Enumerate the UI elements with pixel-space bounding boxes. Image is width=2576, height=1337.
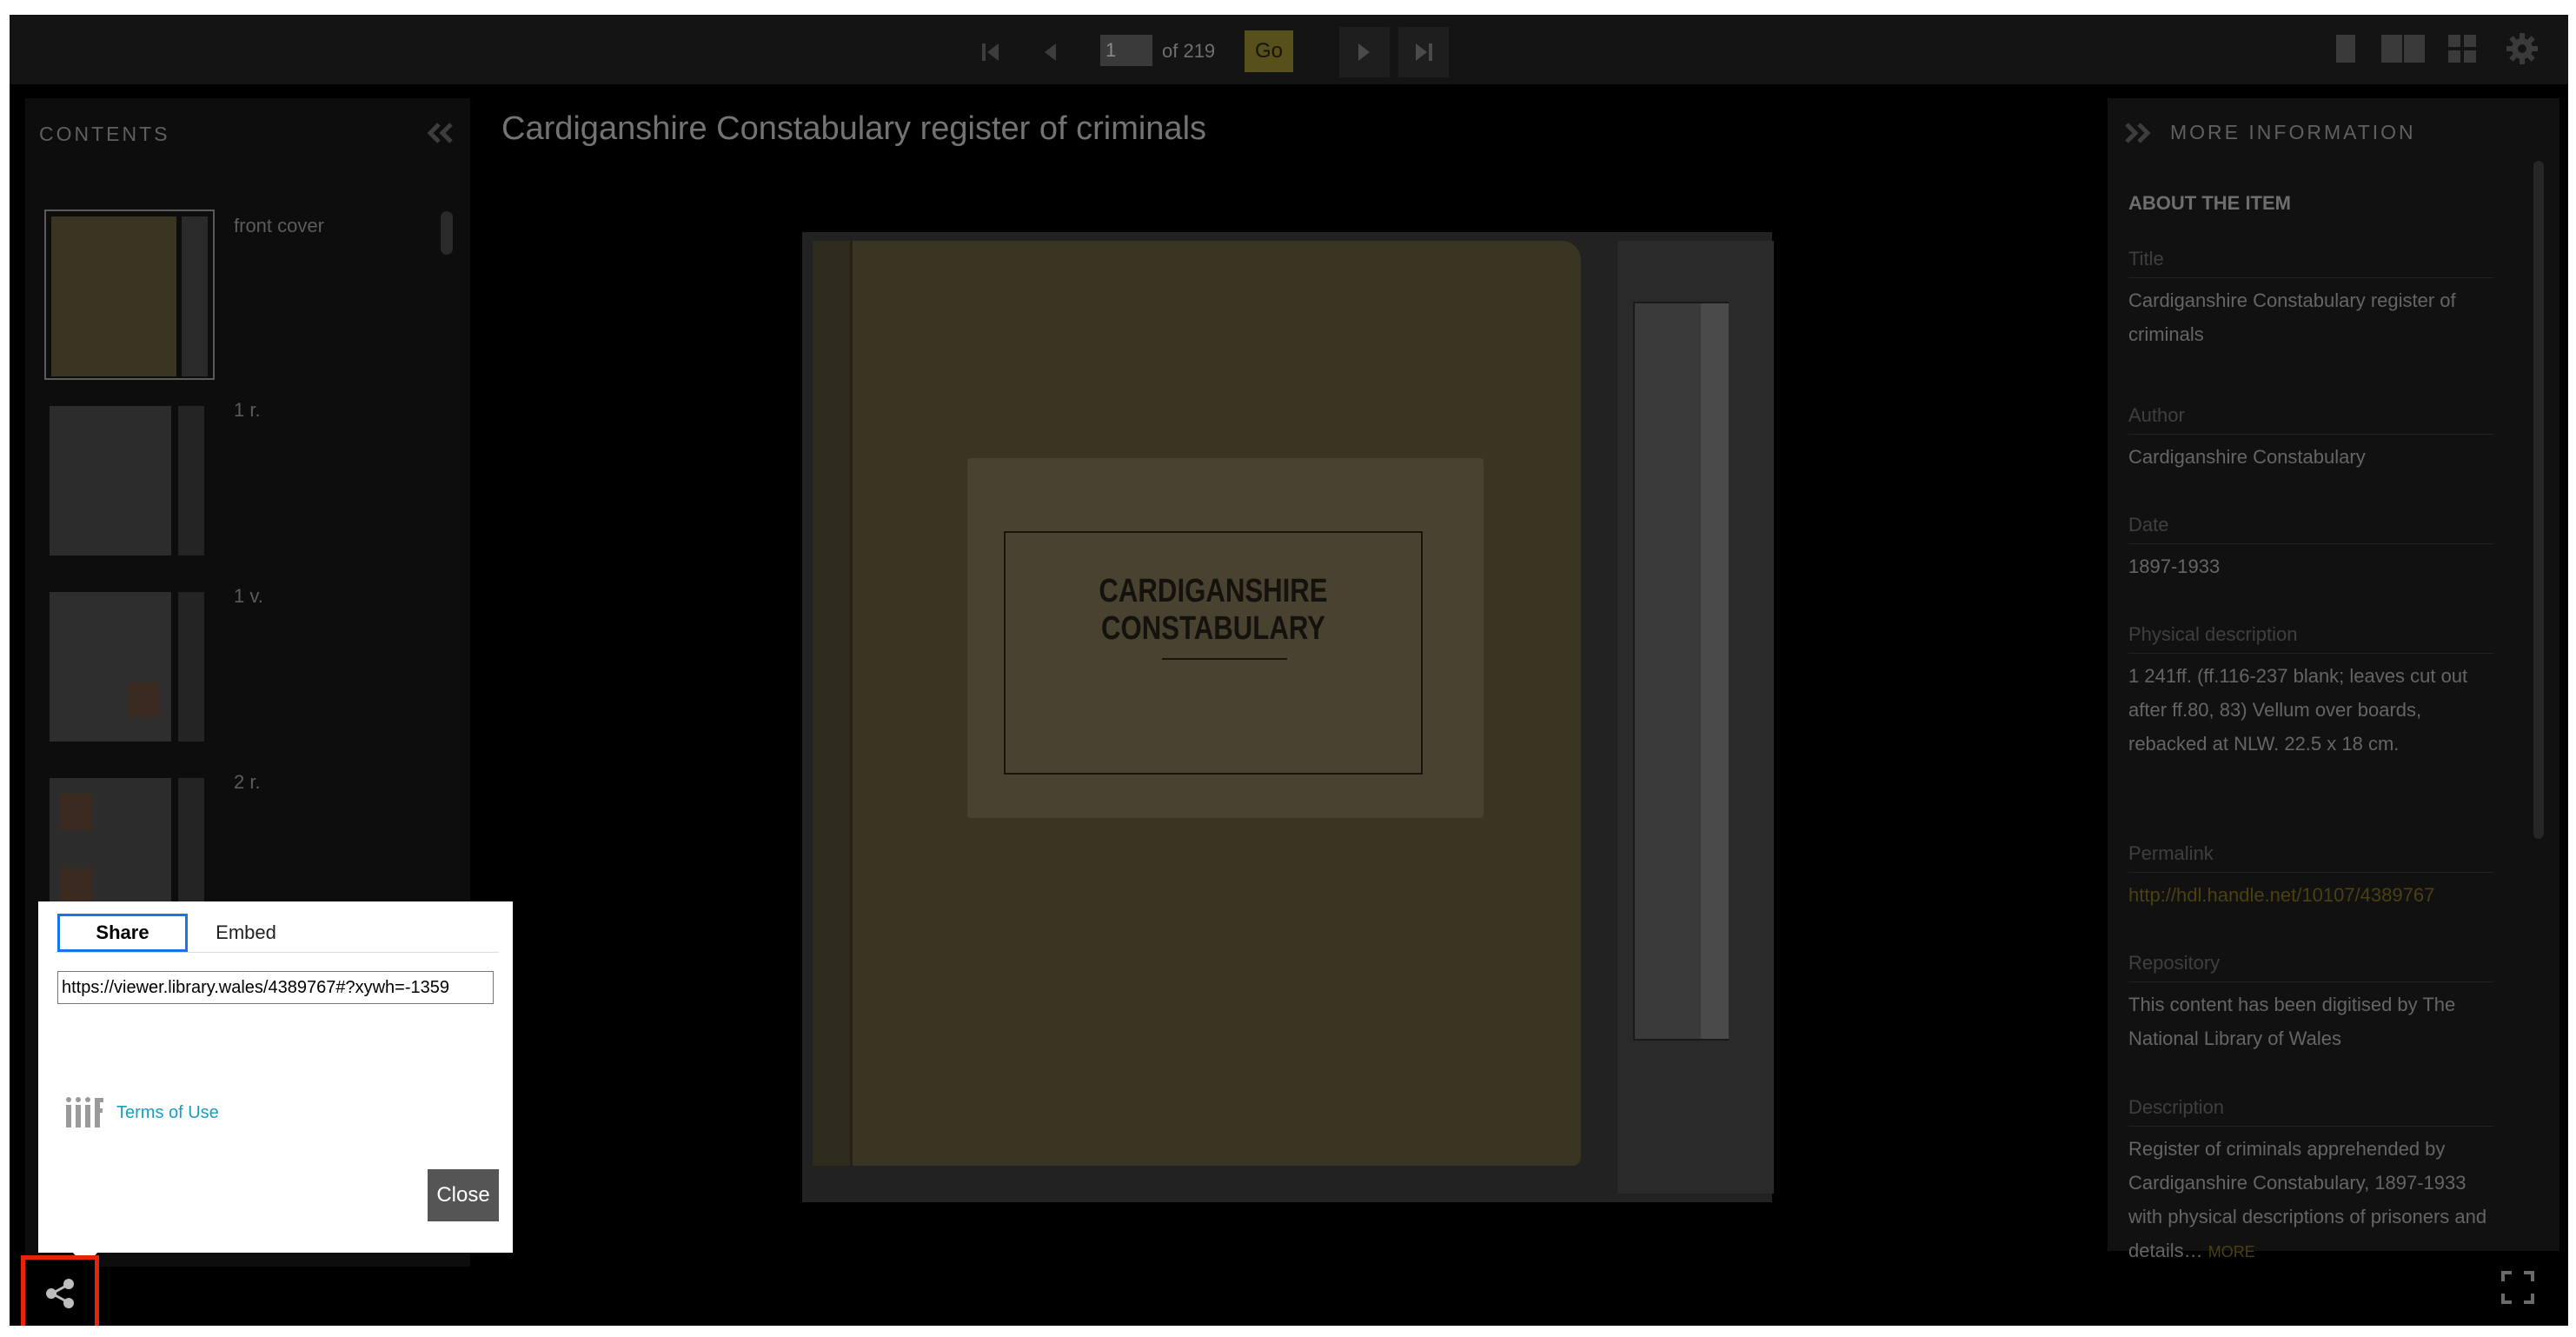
settings-gear-icon[interactable]	[2506, 32, 2539, 65]
thumbnail-image	[50, 587, 209, 747]
contents-title: CONTENTS	[39, 123, 170, 145]
terms-of-use-link[interactable]: Terms of Use	[116, 1103, 219, 1123]
next-page-icon	[1358, 43, 1370, 61]
field-title: Title Cardiganshire Constabulary registe…	[2128, 248, 2493, 351]
field-permalink: Permalink http://hdl.handle.net/10107/43…	[2128, 842, 2493, 912]
cover-label: CARDIGANSHIRE CONSTABULARY	[967, 458, 1484, 818]
thumbnail-front-cover[interactable]	[44, 210, 215, 380]
field-value: Cardiganshire Constabulary	[2128, 446, 2366, 468]
scale-ruler	[1633, 302, 1729, 1041]
book-spine	[813, 241, 853, 1166]
book-cover: CARDIGANSHIRE CONSTABULARY	[813, 241, 1581, 1166]
tab-share[interactable]: Share	[57, 914, 188, 952]
description-text: Register of criminals apprehended by Car…	[2128, 1138, 2487, 1261]
gallery-view-icon[interactable]	[2447, 34, 2477, 63]
field-label: Description	[2128, 1096, 2493, 1127]
share-icon	[46, 1279, 74, 1308]
field-value: 1897-1933	[2128, 555, 2221, 577]
thumbnail-image	[51, 216, 211, 376]
field-label: Date	[2128, 514, 2493, 544]
expand-panel-icon[interactable]	[2123, 123, 2151, 143]
last-page-button[interactable]	[1398, 27, 1449, 77]
field-value: Register of criminals apprehended by Car…	[2128, 1132, 2493, 1269]
top-toolbar: of 219 Go	[10, 15, 2568, 84]
tab-embed[interactable]: Embed	[191, 914, 301, 952]
iiif-logo-icon	[66, 1097, 103, 1127]
collapse-panel-icon[interactable]	[427, 123, 455, 143]
share-dialog: Share Embed Terms of Use Close	[38, 901, 513, 1267]
thumbnail-label: 1 v.	[234, 585, 263, 607]
first-page-button[interactable]	[966, 27, 1016, 77]
scale-ruler-area	[1617, 241, 1774, 1194]
next-page-button[interactable]	[1339, 27, 1390, 77]
more-information-panel: MORE INFORMATION ABOUT THE ITEM Title Ca…	[2108, 98, 2559, 1261]
field-label: Author	[2128, 404, 2493, 435]
more-link[interactable]: MORE	[2208, 1243, 2255, 1261]
tab-divider	[56, 952, 499, 953]
share-button[interactable]	[21, 1255, 99, 1326]
page-number-input[interactable]	[1100, 35, 1152, 66]
fullscreen-icon[interactable]	[2501, 1271, 2534, 1304]
field-label: Permalink	[2128, 842, 2493, 873]
field-value: This content has been digitised by The N…	[2128, 994, 2456, 1049]
contents-scrollbar[interactable]	[441, 211, 453, 255]
thumbnail-1v[interactable]	[44, 582, 215, 752]
field-date: Date 1897-1933	[2128, 514, 2493, 583]
field-author: Author Cardiganshire Constabulary	[2128, 404, 2493, 474]
ruler-strip	[1701, 303, 1729, 1039]
previous-page-button[interactable]	[1025, 27, 1075, 77]
main-image[interactable]: CARDIGANSHIRE CONSTABULARY	[802, 232, 1774, 1202]
item-title: Cardiganshire Constabulary register of c…	[501, 110, 1207, 147]
previous-page-icon	[1045, 43, 1056, 61]
field-description: Description Register of criminals appreh…	[2128, 1096, 2493, 1269]
field-value: 1 241ff. (ff.116-237 blank; leaves cut o…	[2128, 665, 2468, 755]
last-page-icon	[1416, 43, 1432, 61]
first-page-icon	[982, 43, 999, 61]
thumbnail-label: front cover	[234, 215, 324, 236]
cover-label-text: CARDIGANSHIRE CONSTABULARY	[1099, 573, 1328, 647]
go-button[interactable]: Go	[1245, 30, 1293, 72]
close-button[interactable]: Close	[428, 1169, 499, 1221]
field-label: Physical description	[2128, 623, 2493, 654]
thumbnail-1r[interactable]	[44, 396, 215, 566]
viewer: of 219 Go CONTENTS	[10, 15, 2568, 1326]
share-url-input[interactable]	[57, 971, 494, 1004]
page-total: of 219	[1162, 40, 1216, 62]
field-physical-description: Physical description 1 241ff. (ff.116-23…	[2128, 623, 2493, 761]
thumbnail-label: 2 r.	[234, 771, 261, 793]
cover-label-box: CARDIGANSHIRE CONSTABULARY	[1004, 531, 1423, 775]
field-repository: Repository This content has been digitis…	[2128, 952, 2493, 1055]
field-label: Title	[2128, 248, 2493, 278]
about-item-heading: ABOUT THE ITEM	[2128, 192, 2291, 214]
permalink-link[interactable]: http://hdl.handle.net/10107/4389767	[2128, 878, 2493, 912]
info-scrollbar[interactable]	[2533, 161, 2544, 839]
more-information-title: MORE INFORMATION	[2170, 121, 2416, 143]
field-value: Cardiganshire Constabulary register of c…	[2128, 289, 2456, 345]
single-page-view-icon[interactable]	[2335, 34, 2356, 63]
cover-label-rule	[1162, 658, 1287, 660]
thumbnail-image	[50, 401, 209, 561]
field-label: Repository	[2128, 952, 2493, 982]
thumbnail-label: 1 r.	[234, 399, 261, 421]
two-page-view-icon[interactable]	[2380, 34, 2426, 63]
